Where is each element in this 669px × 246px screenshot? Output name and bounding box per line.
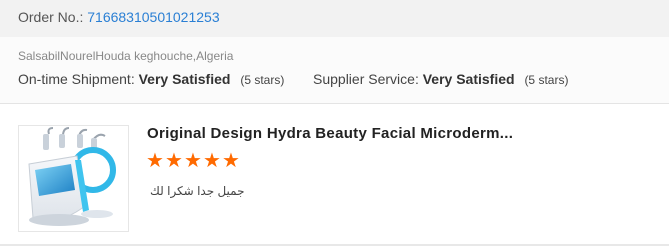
facial-machine-image xyxy=(28,127,116,226)
star-icon: ★ xyxy=(184,150,202,172)
star-icon: ★ xyxy=(146,150,164,172)
product-image[interactable] xyxy=(18,125,129,232)
shipment-rating-value: Very Satisfied xyxy=(138,71,231,87)
star-icon: ★ xyxy=(222,150,240,172)
order-number-link[interactable]: 71668310501021253 xyxy=(87,9,219,25)
shipment-rating-stars: (5 stars) xyxy=(240,73,285,87)
buyer-name: SalsabilNourelHouda keghouche,Algeria xyxy=(18,49,234,63)
product-review-row: Original Design Hydra Beauty Facial Micr… xyxy=(0,105,669,246)
shipment-rating: On-time Shipment: Very Satisfied (5 star… xyxy=(18,71,284,87)
shipment-rating-label: On-time Shipment: xyxy=(18,71,135,87)
ratings-row: On-time Shipment: Very Satisfied (5 star… xyxy=(18,71,568,87)
order-number-label: Order No.: xyxy=(18,9,84,25)
order-header: Order No.: 71668310501021253 xyxy=(0,0,669,37)
service-rating-value: Very Satisfied xyxy=(422,71,515,87)
service-rating: Supplier Service: Very Satisfied (5 star… xyxy=(313,71,568,87)
review-comment: جميل جدا شكرا لك xyxy=(150,184,245,198)
star-icon: ★ xyxy=(203,150,221,172)
service-rating-stars: (5 stars) xyxy=(524,73,569,87)
product-star-rating: ★ ★ ★ ★ ★ xyxy=(146,150,240,172)
service-rating-label: Supplier Service: xyxy=(313,71,419,87)
star-icon: ★ xyxy=(165,150,183,172)
product-title-link[interactable]: Original Design Hydra Beauty Facial Micr… xyxy=(147,125,513,142)
feedback-info-section: SalsabilNourelHouda keghouche,Algeria On… xyxy=(0,37,669,104)
